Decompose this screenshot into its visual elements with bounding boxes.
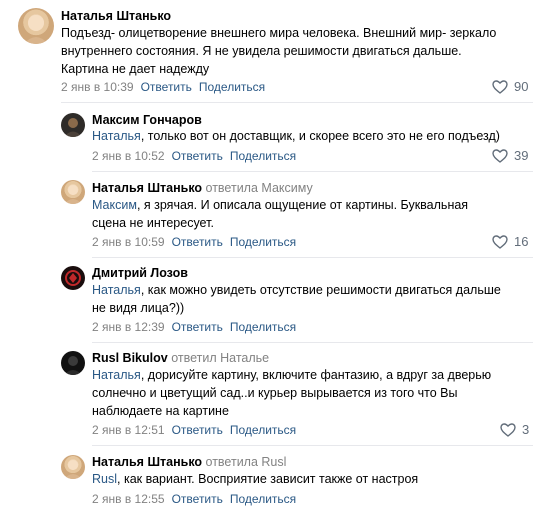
comment-author[interactable]: Наталья Штанько — [61, 8, 171, 24]
divider — [61, 102, 533, 103]
comment-2: Максим Гончаров Наталья, только вот он д… — [0, 104, 552, 172]
share-button[interactable]: Поделиться — [230, 492, 296, 506]
like-count: 16 — [514, 234, 529, 249]
comment-author[interactable]: Наталья Штанько ответила Rusl — [92, 454, 286, 470]
comment-1: Наталья Штанько Подъезд- олицетворение в… — [0, 0, 552, 104]
comment-author[interactable]: Дмитрий Лозов — [92, 265, 188, 281]
share-button[interactable]: Поделиться — [230, 423, 296, 437]
share-button[interactable]: Поделиться — [230, 149, 296, 163]
like-button[interactable]: 90 — [492, 79, 528, 95]
comment-meta: 2 янв в 10:52 Ответить Поделиться — [92, 148, 296, 164]
replied-to[interactable]: ответила Rusl — [206, 455, 287, 469]
reply-button[interactable]: Ответить — [172, 492, 223, 506]
comment-5: Rusl Bikulov ответил Наталье Наталья, до… — [0, 343, 552, 447]
comment-meta: 2 янв в 10:39 Ответить Поделиться — [61, 79, 265, 95]
comment-4: Дмитрий Лозов Наталья, как можно увидеть… — [0, 258, 552, 343]
comment-text: Наталья, дорисуйте картину, включите фан… — [92, 368, 492, 418]
share-button[interactable]: Поделиться — [199, 80, 265, 94]
like-count: 90 — [514, 79, 529, 94]
avatar-photo-icon — [64, 118, 82, 137]
mention-link[interactable]: Наталья — [92, 368, 141, 382]
avatar[interactable] — [61, 113, 85, 137]
comment-date[interactable]: 2 янв в 10:59 — [92, 235, 165, 249]
heart-icon — [492, 80, 508, 94]
avatar-photo-icon — [24, 15, 48, 44]
reply-button[interactable]: Ответить — [172, 423, 223, 437]
share-button[interactable]: Поделиться — [230, 235, 296, 249]
heart-icon — [492, 149, 508, 163]
comment-text: Подъезд- олицетворение внешнего мира чел… — [61, 26, 497, 76]
avatar[interactable] — [61, 180, 85, 204]
comment-meta: 2 янв в 12:39 Ответить Поделиться — [92, 319, 296, 335]
comment-date[interactable]: 2 янв в 12:55 — [92, 492, 165, 506]
comment-text: Наталья, как можно увидеть отсутствие ре… — [92, 283, 501, 315]
replied-to[interactable]: ответила Максиму — [206, 181, 313, 195]
comment-meta: 2 янв в 10:59 Ответить Поделиться — [92, 234, 296, 250]
reply-button[interactable]: Ответить — [141, 80, 192, 94]
avatar-photo-icon — [64, 185, 82, 204]
avatar[interactable] — [61, 266, 85, 290]
mention-link[interactable]: Максим — [92, 198, 137, 212]
avatar[interactable] — [18, 8, 54, 44]
like-button[interactable]: 3 — [500, 422, 529, 438]
mention-link[interactable]: Rusl — [92, 472, 117, 486]
like-button[interactable]: 16 — [492, 234, 528, 250]
reply-button[interactable]: Ответить — [172, 149, 223, 163]
like-count: 39 — [514, 148, 529, 163]
like-count: 3 — [522, 422, 530, 437]
share-button[interactable]: Поделиться — [230, 320, 296, 334]
avatar-photo-icon — [64, 460, 82, 479]
comment-date[interactable]: 2 янв в 12:51 — [92, 423, 165, 437]
comment-meta: 2 янв в 12:55 Ответить Поделиться — [92, 491, 296, 507]
heart-icon — [492, 235, 508, 249]
reply-button[interactable]: Ответить — [172, 320, 223, 334]
comment-text: Rusl, как вариант. Восприятие зависит та… — [92, 472, 419, 486]
comment-date[interactable]: 2 янв в 12:39 — [92, 320, 165, 334]
divider — [92, 445, 533, 446]
comment-text: Максим, я зрячая. И описала ощущение от … — [92, 198, 469, 230]
comment-date[interactable]: 2 янв в 10:39 — [61, 80, 134, 94]
comment-date[interactable]: 2 янв в 10:52 — [92, 149, 165, 163]
heart-icon — [500, 423, 516, 437]
replied-to[interactable]: ответил Наталье — [171, 351, 269, 365]
avatar[interactable] — [61, 351, 85, 375]
reply-button[interactable]: Ответить — [172, 235, 223, 249]
comment-author[interactable]: Наталья Штанько ответила Максиму — [92, 180, 313, 196]
mention-link[interactable]: Наталья — [92, 129, 141, 143]
comment-author[interactable]: Rusl Bikulov ответил Наталье — [92, 350, 269, 366]
comment-6: Наталья Штанько ответила Rusl Rusl, как … — [0, 447, 552, 525]
comment-text: Наталья, только вот он доставщик, и скор… — [92, 129, 500, 143]
comment-author[interactable]: Максим Гончаров — [92, 112, 202, 128]
mention-link[interactable]: Наталья — [92, 283, 141, 297]
comment-meta: 2 янв в 12:51 Ответить Поделиться — [92, 422, 296, 438]
avatar-photo-icon — [64, 356, 82, 375]
like-button[interactable]: 39 — [492, 148, 528, 164]
comment-3: Наталья Штанько ответила Максиму Максим,… — [0, 172, 552, 258]
avatar[interactable] — [61, 455, 85, 479]
avatar-logo-icon — [65, 270, 81, 286]
